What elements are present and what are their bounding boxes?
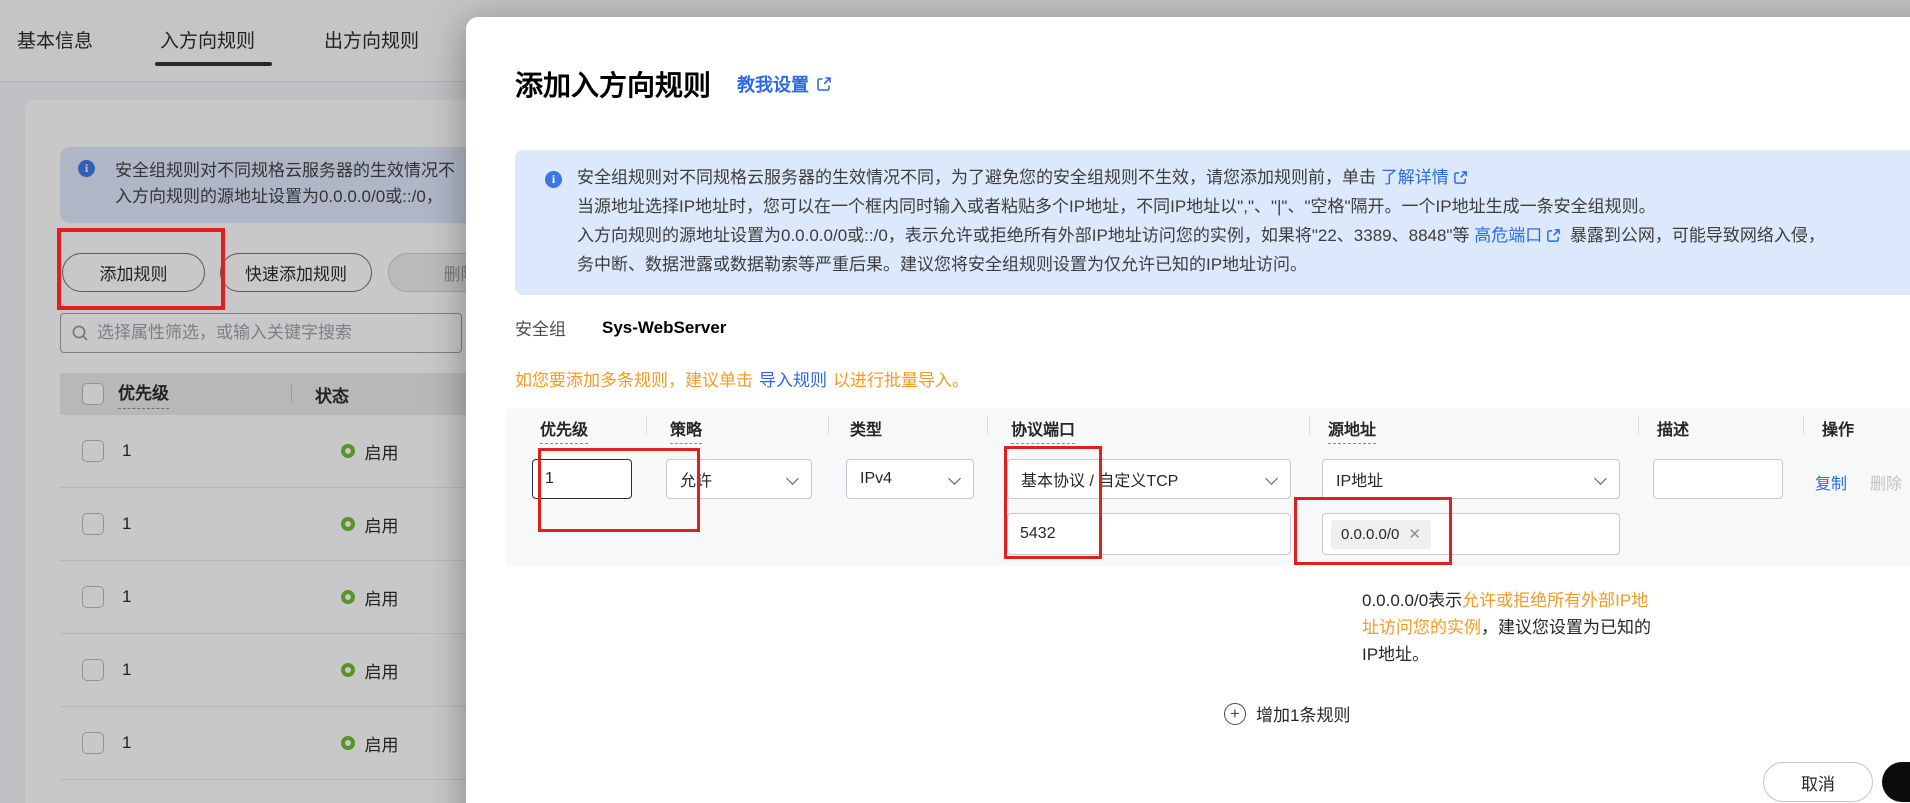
column-divider: [987, 415, 988, 435]
column-divider: [1309, 415, 1310, 435]
tip-text: 如您要添加多条规则，建议单击: [515, 371, 753, 390]
tip-text-tail: 以进行批量导入。: [833, 371, 969, 390]
source-type-select[interactable]: IP地址: [1322, 459, 1620, 499]
cancel-button[interactable]: 取消: [1763, 762, 1873, 802]
column-divider: [1638, 415, 1639, 435]
form-col-description: 描述: [1657, 416, 1689, 440]
note-text: 0.0.0.0/0表示: [1362, 591, 1462, 610]
port-input[interactable]: [1007, 513, 1291, 555]
ip-address-tag-label: 0.0.0.0/0: [1341, 526, 1399, 543]
chevron-down-icon: [1265, 472, 1278, 485]
plus-circle-icon: +: [1224, 703, 1246, 725]
source-type-value: IP地址: [1336, 467, 1383, 491]
alert-line-2: 当源地址选择IP地址时，您可以在一个框内同时输入或者粘贴多个IP地址，不同IP地…: [577, 192, 1825, 221]
type-value: IPv4: [860, 470, 892, 488]
column-divider: [1803, 415, 1804, 435]
copy-row-link[interactable]: 复制: [1815, 470, 1847, 494]
security-group-value: Sys-WebServer: [602, 318, 726, 338]
external-link-icon: [1453, 170, 1468, 185]
alert-line-3-tail: 暴露到公网，可能导致网络入侵，: [1570, 226, 1825, 245]
external-link-icon: [816, 76, 832, 92]
column-divider: [828, 415, 829, 435]
source-ip-input[interactable]: 0.0.0.0/0 ✕: [1322, 513, 1620, 555]
source-address-note: 0.0.0.0/0表示允许或拒绝所有外部IP地址访问您的实例，建议您设置为已知的…: [1362, 587, 1664, 668]
protocol-select[interactable]: 基本协议 / 自定义TCP: [1007, 459, 1291, 499]
dialog-info-banner: i 安全组规则对不同规格云服务器的生效情况不同，为了避免您的安全组规则不生效，请…: [515, 150, 1910, 295]
form-col-strategy: 策略: [670, 416, 702, 440]
batch-import-tip: 如您要添加多条规则，建议单击导入规则以进行批量导入。: [515, 366, 969, 391]
form-col-source: 源地址: [1328, 416, 1376, 440]
priority-input[interactable]: [532, 459, 632, 499]
type-select[interactable]: IPv4: [846, 459, 974, 499]
form-col-protocol-port: 协议端口: [1011, 416, 1075, 440]
high-risk-ports-link[interactable]: 高危端口: [1474, 226, 1542, 245]
alert-line-3: 入方向规则的源地址设置为0.0.0.0/0或::/0，表示允许或拒绝所有外部IP…: [577, 221, 1825, 250]
alert-line-4: 务中断、数据泄露或数据勒索等严重后果。建议您将安全组规则设置为仅允许已知的IP地…: [577, 250, 1825, 279]
protocol-value: 基本协议 / 自定义TCP: [1021, 467, 1178, 491]
teach-me-link-label: 教我设置: [737, 71, 809, 97]
teach-me-link[interactable]: 教我设置: [737, 71, 832, 97]
confirm-button[interactable]: [1882, 762, 1910, 802]
add-one-rule-button[interactable]: + 增加1条规则: [1224, 701, 1350, 726]
alert-line-1-text: 安全组规则对不同规格云服务器的生效情况不同，为了避免您的安全组规则不生效，请您添…: [577, 168, 1376, 187]
column-divider: [646, 415, 647, 435]
form-col-actions: 操作: [1822, 416, 1854, 440]
security-group-label: 安全组: [515, 315, 566, 340]
form-col-type: 类型: [850, 416, 882, 440]
strategy-value: 允许: [680, 467, 712, 491]
external-link-icon: [1546, 228, 1561, 243]
info-icon: i: [545, 171, 562, 188]
strategy-select[interactable]: 允许: [666, 459, 812, 499]
description-input[interactable]: [1653, 459, 1783, 499]
chevron-down-icon: [786, 472, 799, 485]
add-inbound-rule-dialog: 添加入方向规则 教我设置 i 安全组规则对不同规格云服务器的生效情况不同，为了避…: [466, 17, 1910, 803]
add-one-rule-label: 增加1条规则: [1256, 701, 1350, 726]
alert-line-1: 安全组规则对不同规格云服务器的生效情况不同，为了避免您的安全组规则不生效，请您添…: [577, 163, 1825, 192]
chevron-down-icon: [1594, 472, 1607, 485]
chevron-down-icon: [948, 472, 961, 485]
dialog-title: 添加入方向规则: [515, 64, 711, 104]
form-col-priority: 优先级: [540, 416, 588, 440]
alert-line-3-text: 入方向规则的源地址设置为0.0.0.0/0或::/0，表示允许或拒绝所有外部IP…: [577, 226, 1469, 245]
learn-more-link[interactable]: 了解详情: [1381, 168, 1449, 187]
remove-tag-icon[interactable]: ✕: [1408, 527, 1421, 542]
import-rules-link[interactable]: 导入规则: [759, 371, 827, 390]
ip-address-tag: 0.0.0.0/0 ✕: [1331, 520, 1431, 549]
delete-row-link[interactable]: 删除: [1870, 470, 1902, 494]
